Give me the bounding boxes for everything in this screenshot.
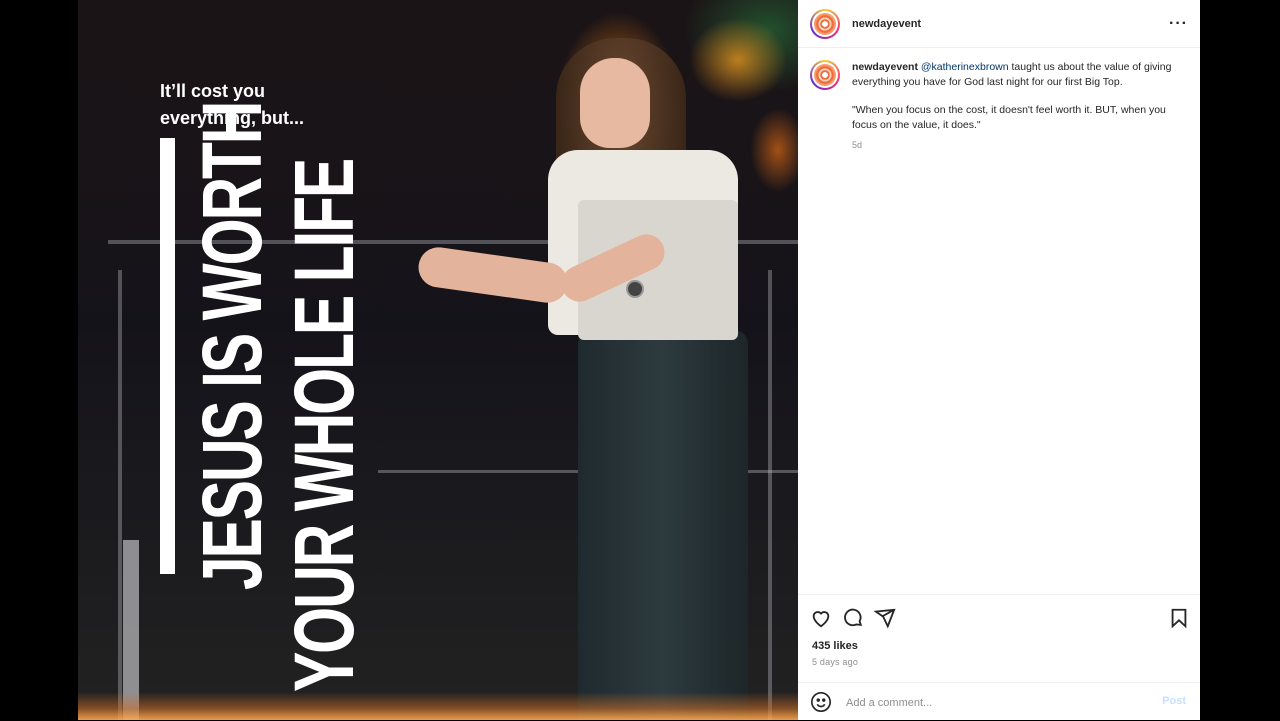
speaker-face bbox=[580, 58, 650, 148]
comment-icon[interactable] bbox=[842, 607, 864, 629]
stage-floor-glow bbox=[78, 692, 798, 720]
post-comment-button[interactable]: Post bbox=[1162, 695, 1186, 707]
caption-block: newdayevent @katherinexbrown taught us a… bbox=[798, 48, 1200, 153]
avatar[interactable] bbox=[810, 8, 840, 39]
caption-mention[interactable]: @katherinexbrown bbox=[921, 61, 1009, 73]
speaker-trousers bbox=[578, 330, 748, 720]
avatar[interactable] bbox=[810, 60, 840, 90]
post-details-panel: newdayevent ··· newdayevent @katherinexb… bbox=[798, 0, 1200, 720]
send-icon[interactable] bbox=[874, 607, 896, 629]
comment-input[interactable] bbox=[844, 691, 1148, 715]
kicker-line-1: It’ll cost you bbox=[160, 81, 266, 101]
heart-icon[interactable] bbox=[810, 607, 832, 629]
caption-quote: "When you focus on the cost, it doesn't … bbox=[852, 104, 1166, 131]
stage-pole bbox=[118, 270, 122, 720]
post-image[interactable]: It’ll cost you everything, but... JESUS … bbox=[78, 0, 798, 720]
caption-age[interactable]: 5d bbox=[852, 138, 1172, 153]
watch-icon bbox=[626, 280, 644, 298]
comment-bar: Post bbox=[798, 682, 1200, 721]
speaker-arm-left bbox=[415, 244, 571, 306]
caption: newdayevent @katherinexbrown taught us a… bbox=[852, 60, 1172, 153]
post-actions bbox=[798, 594, 1200, 641]
likes-count[interactable]: 435 likes bbox=[812, 640, 858, 652]
header-username[interactable]: newdayevent bbox=[852, 18, 921, 30]
image-accent-bar bbox=[160, 138, 175, 574]
bookmark-icon[interactable] bbox=[1168, 607, 1190, 629]
post-header: newdayevent ··· bbox=[798, 0, 1200, 48]
caption-username[interactable]: newdayevent bbox=[852, 61, 918, 73]
emoji-icon[interactable] bbox=[810, 691, 832, 713]
image-headline-line-1: JESUS IS WORTH bbox=[185, 102, 279, 590]
image-headline-line-2: YOUR WHOLE LIFE bbox=[277, 159, 371, 693]
posted-time: 5 days ago bbox=[812, 657, 859, 667]
stage-pole bbox=[768, 270, 772, 720]
more-horizontal-icon[interactable]: ··· bbox=[1169, 15, 1188, 33]
